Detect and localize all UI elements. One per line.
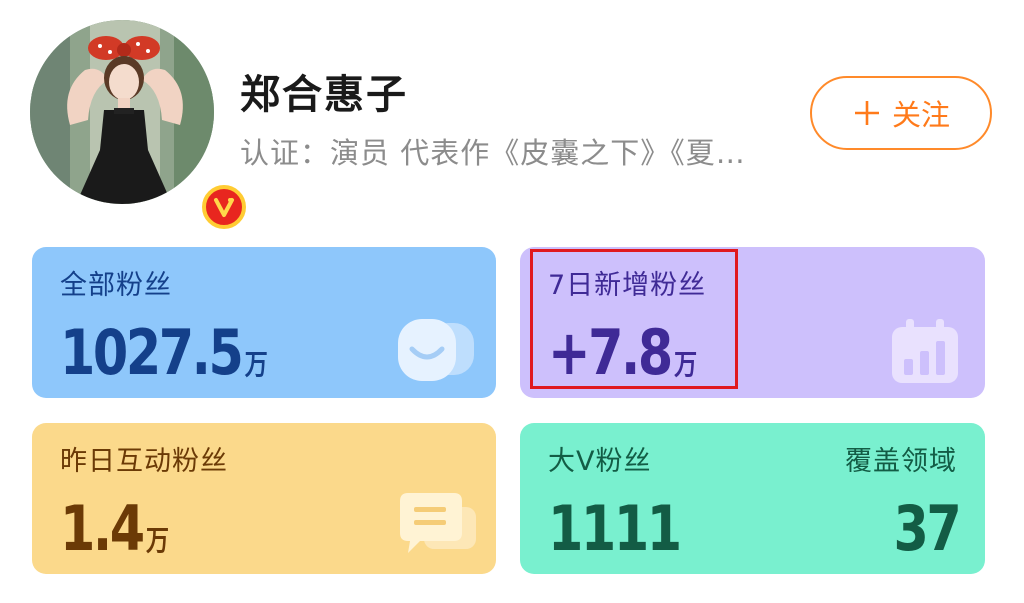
yesterday-interactive-number: 1.4	[60, 492, 145, 565]
all-fans-unit: 万	[244, 348, 268, 381]
calendar-chart-icon	[892, 319, 958, 383]
message-bubble-icon	[400, 493, 476, 553]
avatar[interactable]	[30, 20, 214, 204]
follow-label: 关注	[891, 98, 950, 132]
new-fans-7d-value: +7.8 万	[548, 322, 697, 384]
coverage-label: 覆盖领域	[845, 446, 957, 477]
big-v-fans-label: 大V粉丝	[548, 446, 652, 477]
yesterday-interactive-unit: 万	[145, 524, 169, 557]
avatar-photo	[30, 20, 214, 204]
new-fans-7d-unit: 万	[674, 348, 698, 381]
yesterday-interactive-card[interactable]: 昨日互动粉丝 1.4 万	[32, 423, 496, 574]
plus-icon	[854, 101, 879, 125]
big-v-fans-card[interactable]: 大V粉丝 覆盖领域 1111 37	[520, 423, 985, 574]
all-fans-card[interactable]: 全部粉丝 1027.5 万	[32, 247, 496, 398]
certification-text: 认证：演员 代表作《皮囊之下》《夏…	[240, 136, 746, 170]
all-fans-value: 1027.5 万	[60, 322, 268, 384]
user-name: 郑合惠子	[240, 72, 408, 118]
all-fans-label: 全部粉丝	[60, 270, 172, 301]
verified-v-icon	[214, 198, 234, 217]
new-fans-7d-label: 7日新增粉丝	[548, 270, 707, 301]
follow-button[interactable]: 关注	[810, 76, 992, 150]
verified-badge	[202, 185, 246, 229]
yesterday-interactive-label: 昨日互动粉丝	[60, 446, 228, 477]
new-fans-7d-number: +7.8	[548, 316, 673, 389]
avatar-container[interactable]	[30, 20, 246, 229]
yesterday-interactive-value: 1.4 万	[60, 498, 169, 560]
new-fans-7d-card[interactable]: 7日新增粉丝 +7.8 万	[520, 247, 985, 398]
big-v-fans-value: 1111	[548, 492, 682, 565]
all-fans-number: 1027.5	[60, 316, 244, 389]
coverage-value: 37	[893, 492, 961, 565]
smiley-chat-icon	[398, 319, 474, 381]
fans-profile-page: 郑合惠子 认证：演员 代表作《皮囊之下》《夏… 关注 全部粉丝 1027.5 万 …	[0, 0, 1024, 603]
